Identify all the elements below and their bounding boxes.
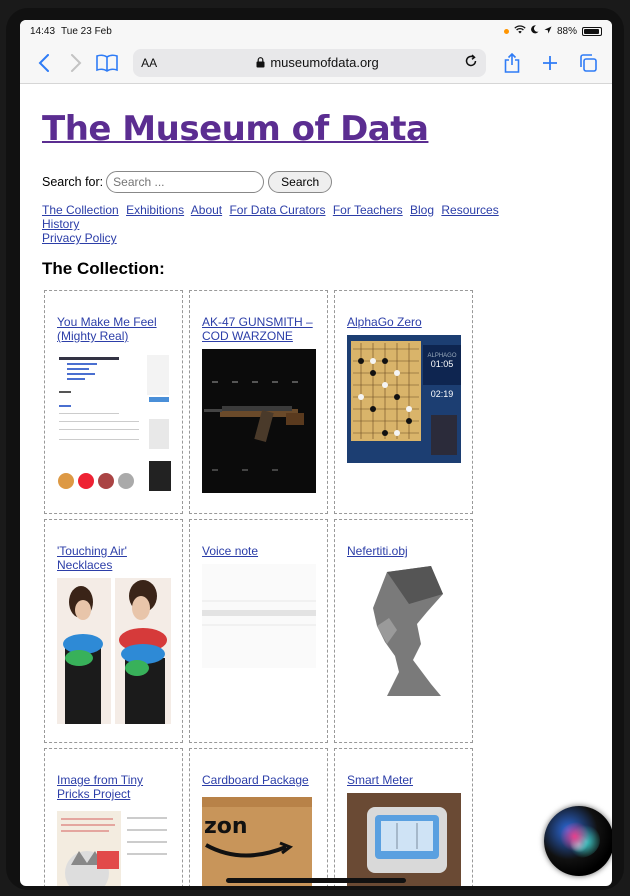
location-icon <box>544 26 552 37</box>
alphago-clock-1: 01:05 <box>431 359 454 369</box>
web-page: The Museum of Data Search for: Search Th… <box>20 85 612 886</box>
tabs-icon <box>580 53 597 72</box>
reload-button[interactable] <box>464 54 478 71</box>
back-icon <box>38 53 49 72</box>
cardboard-label: zon <box>204 814 248 839</box>
tabs-button[interactable] <box>572 47 604 79</box>
search-input[interactable] <box>106 171 265 193</box>
search-label: Search for: <box>42 175 104 189</box>
nav-for-data-curators[interactable]: For Data Curators <box>229 203 325 217</box>
address-bar[interactable]: AA museumofdata.org <box>133 48 486 77</box>
forward-button[interactable] <box>60 47 92 79</box>
collection-card[interactable]: AlphaGo Zero ALPHAGO 01:05 02:19 <box>334 290 473 514</box>
card-title-link[interactable]: Smart Meter <box>347 773 460 787</box>
ipad-frame: 14:43 Tue 23 Feb 88% AA museumofdata.org… <box>6 8 624 890</box>
browser-toolbar: AA museumofdata.org <box>20 42 612 84</box>
mic-indicator-icon <box>503 28 509 34</box>
collection-card[interactable]: Voice note <box>189 519 328 743</box>
collection-card[interactable]: AK-47 GUNSMITH – COD WARZONE <box>189 290 328 514</box>
screen: 14:43 Tue 23 Feb 88% AA museumofdata.org… <box>20 20 612 886</box>
nav-about[interactable]: About <box>191 203 222 217</box>
thumbnail-cardboard-box[interactable]: zon <box>202 793 316 886</box>
reload-icon <box>465 54 477 67</box>
search-form: Search for: Search <box>42 171 612 193</box>
collection-card[interactable]: Nefertiti.obj <box>334 519 473 743</box>
section-title: The Collection: <box>42 259 165 278</box>
new-tab-icon <box>543 55 557 70</box>
thumbnail-tiny-pricks[interactable] <box>57 807 171 886</box>
collection-card[interactable]: Cardboard Package zon <box>189 748 328 886</box>
card-title-link[interactable]: Voice note <box>202 544 315 558</box>
thumbnail-smart-meter[interactable] <box>347 793 461 886</box>
thumbnail-rifle[interactable] <box>202 349 316 493</box>
thumbnail-necklaces[interactable] <box>57 578 171 724</box>
nav-exhibitions[interactable]: Exhibitions <box>126 203 184 217</box>
moon-icon <box>531 25 539 37</box>
thumbnail-nefertiti-bust[interactable] <box>347 564 461 698</box>
status-bar: 14:43 Tue 23 Feb 88% <box>20 20 612 42</box>
text-size-button[interactable]: AA <box>141 56 171 70</box>
card-title-link[interactable]: Cardboard Package <box>202 773 315 787</box>
card-title-link[interactable]: Nefertiti.obj <box>347 544 460 558</box>
card-title-link[interactable]: You Make Me Feel (Mighty Real) <box>57 315 170 343</box>
nav-for-teachers[interactable]: For Teachers <box>333 203 403 217</box>
status-date: Tue 23 Feb <box>61 25 112 37</box>
bookmarks-icon <box>96 54 119 72</box>
new-tab-button[interactable] <box>534 47 566 79</box>
nav-the-collection[interactable]: The Collection <box>42 203 119 217</box>
battery-icon <box>582 26 602 36</box>
alphago-clock-2: 02:19 <box>431 389 454 399</box>
collection-card[interactable]: Image from Tiny Pricks Project <box>44 748 183 886</box>
thumbnail-voice-note[interactable] <box>202 564 316 668</box>
battery-percent: 88% <box>556 25 577 37</box>
siri-orb-icon[interactable] <box>544 806 612 876</box>
site-nav: The Collection Exhibitions About For Dat… <box>42 203 542 245</box>
nav-resources[interactable]: Resources <box>441 203 498 217</box>
search-button[interactable]: Search <box>268 171 333 193</box>
wifi-icon <box>514 25 526 37</box>
collection-card[interactable]: You Make Me Feel (Mighty Real) <box>44 290 183 514</box>
site-title-link[interactable]: The Museum of Data <box>42 109 429 149</box>
collection-card[interactable]: Smart Meter <box>334 748 473 886</box>
nav-history[interactable]: History <box>42 217 79 231</box>
url-text: museumofdata.org <box>270 55 379 70</box>
card-title-link[interactable]: AlphaGo Zero <box>347 315 460 329</box>
nav-privacy-policy[interactable]: Privacy Policy <box>42 231 117 245</box>
card-title-link[interactable]: 'Touching Air' Necklaces <box>57 544 170 572</box>
home-indicator[interactable] <box>226 878 406 883</box>
forward-icon <box>70 53 81 72</box>
thumbnail-go-board[interactable]: ALPHAGO 01:05 02:19 <box>347 335 461 479</box>
card-title-link[interactable]: Image from Tiny Pricks Project <box>57 773 170 801</box>
nav-blog[interactable]: Blog <box>410 203 434 217</box>
lock-icon <box>256 57 265 68</box>
share-button[interactable] <box>496 47 528 79</box>
collection-card[interactable]: 'Touching Air' Necklaces <box>44 519 183 743</box>
back-button[interactable] <box>28 47 60 79</box>
bookmarks-button[interactable] <box>91 47 123 79</box>
url-display[interactable]: museumofdata.org <box>171 55 464 70</box>
card-title-link[interactable]: AK-47 GUNSMITH – COD WARZONE <box>202 315 315 343</box>
status-time: 14:43 <box>30 25 56 37</box>
thumbnail-webpage-screenshot[interactable] <box>57 349 171 493</box>
share-icon <box>504 52 520 73</box>
